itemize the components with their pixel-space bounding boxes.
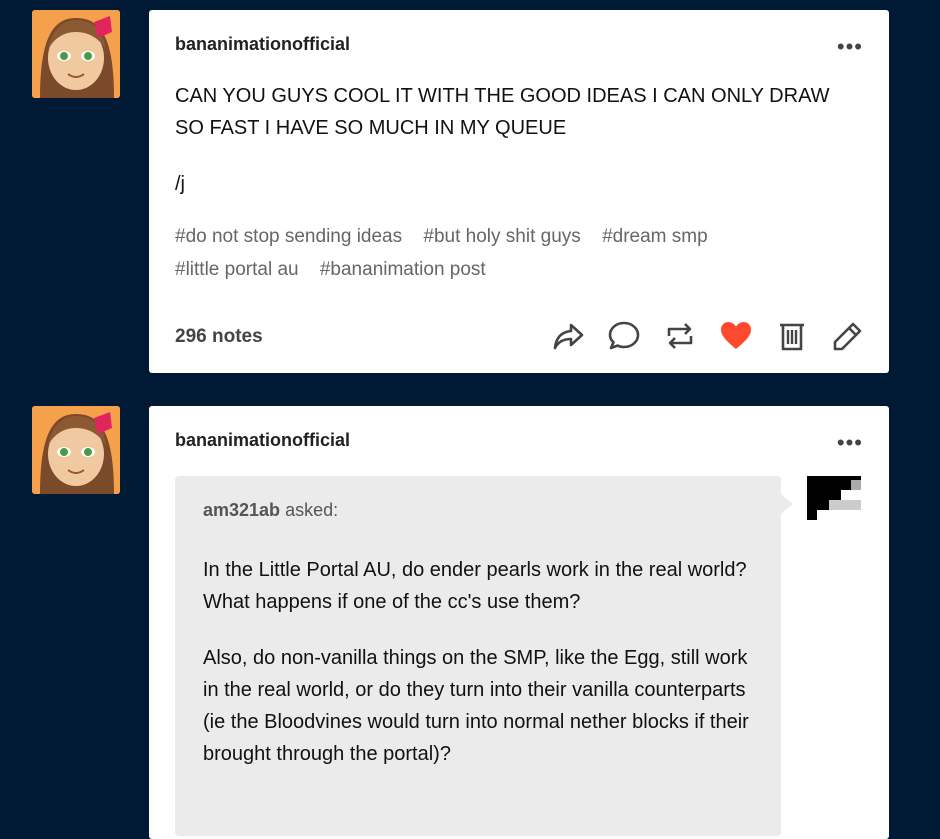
tag-list: #do not stop sending ideas #but holy shi… (175, 220, 855, 286)
tag[interactable]: #little portal au (175, 259, 299, 280)
post-card: bananimationofficial ••• CAN YOU GUYS CO… (149, 10, 889, 373)
asker-name[interactable]: am321ab (203, 500, 280, 520)
ask-bubble: am321ab asked: In the Little Portal AU, … (175, 476, 793, 836)
asked-label: asked: (285, 500, 339, 520)
tag[interactable]: #bananimation post (320, 259, 486, 280)
tag[interactable]: #do not stop sending ideas (175, 226, 402, 247)
delete-icon[interactable] (775, 319, 809, 353)
more-options-icon[interactable]: ••• (837, 432, 863, 454)
edit-icon[interactable] (831, 319, 865, 353)
question-paragraph: In the Little Portal AU, do ender pearls… (203, 559, 747, 613)
reblog-icon[interactable] (663, 319, 697, 353)
post-actions (551, 319, 865, 353)
ask-post-card: bananimationofficial ••• am321ab asked: … (149, 406, 889, 839)
blog-name[interactable]: bananimationofficial (175, 34, 350, 55)
notes-count[interactable]: 296 notes (175, 326, 263, 348)
asker-line: am321ab asked: (203, 500, 338, 521)
tag[interactable]: #but holy shit guys (423, 226, 580, 247)
tag[interactable]: #dream smp (602, 226, 708, 247)
post-body: CAN YOU GUYS COOL IT WITH THE GOOD IDEAS… (175, 85, 830, 139)
blog-avatar[interactable] (32, 10, 120, 98)
post-body-2: /j (175, 173, 185, 195)
asker-avatar[interactable] (807, 476, 861, 530)
blog-avatar[interactable] (32, 406, 120, 494)
question-paragraph: Also, do non-vanilla things on the SMP, … (203, 647, 749, 765)
blog-name[interactable]: bananimationofficial (175, 430, 350, 451)
share-icon[interactable] (551, 319, 585, 353)
like-icon[interactable] (719, 319, 753, 353)
reply-icon[interactable] (607, 319, 641, 353)
more-options-icon[interactable]: ••• (837, 36, 863, 58)
